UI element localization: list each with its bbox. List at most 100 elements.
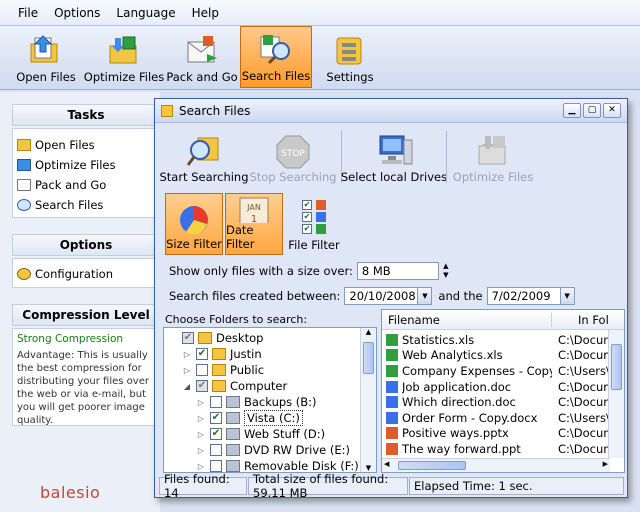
expand-arrow-icon[interactable]: ▷ [196, 446, 206, 455]
menu-file[interactable]: File [18, 6, 38, 20]
folder-checkbox[interactable]: ✔ [196, 348, 208, 360]
expand-arrow-icon[interactable]: ▷ [196, 430, 206, 439]
task-open-files[interactable]: Open Files [13, 135, 159, 155]
start-searching-button[interactable]: Start Searching [159, 127, 249, 187]
optimize-files-button[interactable]: Optimize Files [84, 26, 164, 88]
date-and-label: and the [438, 289, 483, 303]
folder-checkbox[interactable] [196, 364, 208, 376]
scroll-up-icon[interactable]: ▲ [361, 328, 376, 340]
date-filter-row: Search files created between: 20/10/2008… [169, 285, 621, 307]
window-optimize-files-button[interactable]: Optimize Files [451, 127, 535, 187]
expand-arrow-icon[interactable]: ◢ [182, 382, 192, 391]
optimize-files-icon [107, 34, 141, 66]
drive-icon [226, 396, 240, 408]
folder-tree-item[interactable]: ▷ Removable Disk (F:) [164, 458, 376, 472]
magnifier-icon [17, 199, 31, 211]
file-row[interactable]: Statistics.xls C:\Docume [382, 332, 624, 348]
expand-arrow-icon[interactable]: ▷ [182, 366, 192, 375]
size-input[interactable]: 8 MB [356, 262, 439, 280]
close-button[interactable]: ✕ [603, 103, 621, 118]
file-list-hscroll[interactable]: ◀ ▶ [382, 458, 610, 472]
folder-checkbox[interactable] [210, 444, 222, 456]
folder-tree-item[interactable]: ▷ ✔ Web Stuff (D:) [164, 426, 376, 442]
elapsed-time-status: Elapsed Time: 1 sec. [409, 477, 624, 495]
svg-text:STOP: STOP [281, 149, 305, 159]
file-row[interactable]: The way forward.ppt C:\Docume [382, 441, 624, 457]
folder-tree-scroll-thumb[interactable] [363, 342, 374, 374]
file-row[interactable]: Web Analytics.xls C:\Docume [382, 348, 624, 364]
file-row[interactable]: Which direction.doc C:\Docume [382, 394, 624, 410]
folder-tree-item[interactable]: ▷ ✔ Justin [164, 346, 376, 362]
scroll-down-icon[interactable]: ▼ [361, 464, 376, 472]
open-files-button[interactable]: Open Files [10, 26, 82, 88]
folder-icon [212, 364, 226, 376]
folder-checkbox[interactable] [210, 396, 222, 408]
settings-icon [333, 34, 367, 66]
expand-arrow-icon[interactable]: ▷ [196, 414, 206, 423]
folder-tree-item[interactable]: ◢ ✔ Computer [164, 378, 376, 394]
size-spinner[interactable]: ▲ ▼ [441, 262, 451, 280]
expand-arrow-icon[interactable]: ▷ [182, 350, 192, 359]
menu-language[interactable]: Language [116, 6, 175, 20]
file-list-vscroll-thumb[interactable] [611, 344, 622, 390]
expand-arrow-icon[interactable]: ▷ [196, 398, 206, 407]
folder-checkbox[interactable]: ✔ [182, 332, 194, 344]
folder-label: Web Stuff (D:) [244, 427, 326, 441]
folder-tree-item[interactable]: ▷ ✔ Vista (C:) [164, 410, 376, 426]
settings-button[interactable]: Settings [314, 26, 386, 88]
file-list: Filename In Fol Statistics.xls C:\Docume W… [381, 309, 625, 473]
option-configuration[interactable]: Configuration [13, 264, 159, 284]
file-name: Which direction.doc [402, 395, 516, 410]
pack-and-go-button[interactable]: Pack and Go [166, 26, 238, 88]
filename-column-header[interactable]: Filename [382, 312, 552, 327]
file-list-vscroll[interactable] [608, 330, 624, 458]
task-search-files[interactable]: Search Files [13, 195, 159, 215]
task-pack-and-go[interactable]: Pack and Go [13, 175, 159, 195]
folder-label: Public [230, 363, 265, 377]
optimize-files-label: Optimize Files [83, 70, 165, 84]
menu-options[interactable]: Options [54, 6, 100, 20]
minimize-button[interactable]: ▁ [563, 103, 581, 118]
folder-checkbox[interactable]: ✔ [196, 380, 208, 392]
folder-checkbox[interactable]: ✔ [210, 428, 222, 440]
date-to-dropdown-icon[interactable]: ▼ [559, 288, 574, 304]
filter-checkbox-ppt[interactable]: ✔ [302, 200, 312, 210]
folder-column-header[interactable]: In Fol [552, 313, 609, 327]
filter-checkbox-xls[interactable]: ✔ [302, 224, 312, 234]
svg-text:JAN: JAN [246, 203, 261, 212]
file-row[interactable]: Positive ways.pptx C:\Docume [382, 426, 624, 442]
date-from-dropdown-icon[interactable]: ▼ [417, 288, 432, 304]
file-row[interactable]: Company Expenses - Copy.xlsxC:\Users\Ju [382, 363, 624, 379]
folder-tree-item[interactable]: ▷ Public [164, 362, 376, 378]
search-files-button[interactable]: Search Files [240, 26, 312, 88]
file-row[interactable]: Order Form - Copy.docx C:\Users\Ju [382, 410, 624, 426]
folder-tree-item[interactable]: ▷ DVD RW Drive (E:) [164, 442, 376, 458]
folder-tree-scrollbar[interactable]: ▲ ▼ [360, 328, 376, 472]
scroll-right-icon[interactable]: ▶ [603, 460, 608, 468]
folder-checkbox[interactable]: ✔ [210, 412, 222, 424]
date-to-input[interactable]: 7/02/2009 ▼ [486, 287, 575, 305]
date-filter-button[interactable]: JAN 1 Date Filter [225, 193, 283, 255]
calendar-icon: JAN 1 [239, 197, 269, 223]
menu-help[interactable]: Help [192, 6, 219, 20]
file-list-hscroll-thumb[interactable] [398, 461, 466, 470]
size-filter-button[interactable]: Size Filter [165, 193, 223, 255]
task-optimize-files[interactable]: Optimize Files [13, 155, 159, 175]
folder-tree-item[interactable]: ▷ Backups (B:) [164, 394, 376, 410]
folder-tree-item[interactable]: ✔ Desktop [164, 330, 376, 346]
folder-tree: ✔ Desktop ▷ ✔ Justin ▷ Public ◢ ✔ Computer ▷ Backup… [163, 327, 377, 473]
select-local-drives-button[interactable]: Select local Drives [341, 127, 447, 187]
folder-checkbox[interactable] [210, 460, 222, 472]
file-row[interactable]: Job application.doc C:\Docume [382, 379, 624, 395]
file-filter-button[interactable]: ✔ ✔ ✔ File Filter [285, 193, 343, 255]
filter-checkbox-doc[interactable]: ✔ [302, 212, 312, 222]
expand-arrow-icon[interactable]: ▷ [196, 462, 206, 471]
date-from-input[interactable]: 20/10/2008 ▼ [344, 287, 433, 305]
window-titlebar[interactable]: Search Files ▁ ▢ ✕ [155, 99, 627, 123]
folder-icon [212, 348, 226, 360]
computer-icon [379, 135, 413, 165]
stop-searching-button[interactable]: STOP Stop Searching [249, 127, 337, 187]
maximize-button[interactable]: ▢ [583, 103, 601, 118]
scroll-left-icon[interactable]: ◀ [384, 460, 389, 468]
folder-label: Desktop [216, 331, 264, 345]
